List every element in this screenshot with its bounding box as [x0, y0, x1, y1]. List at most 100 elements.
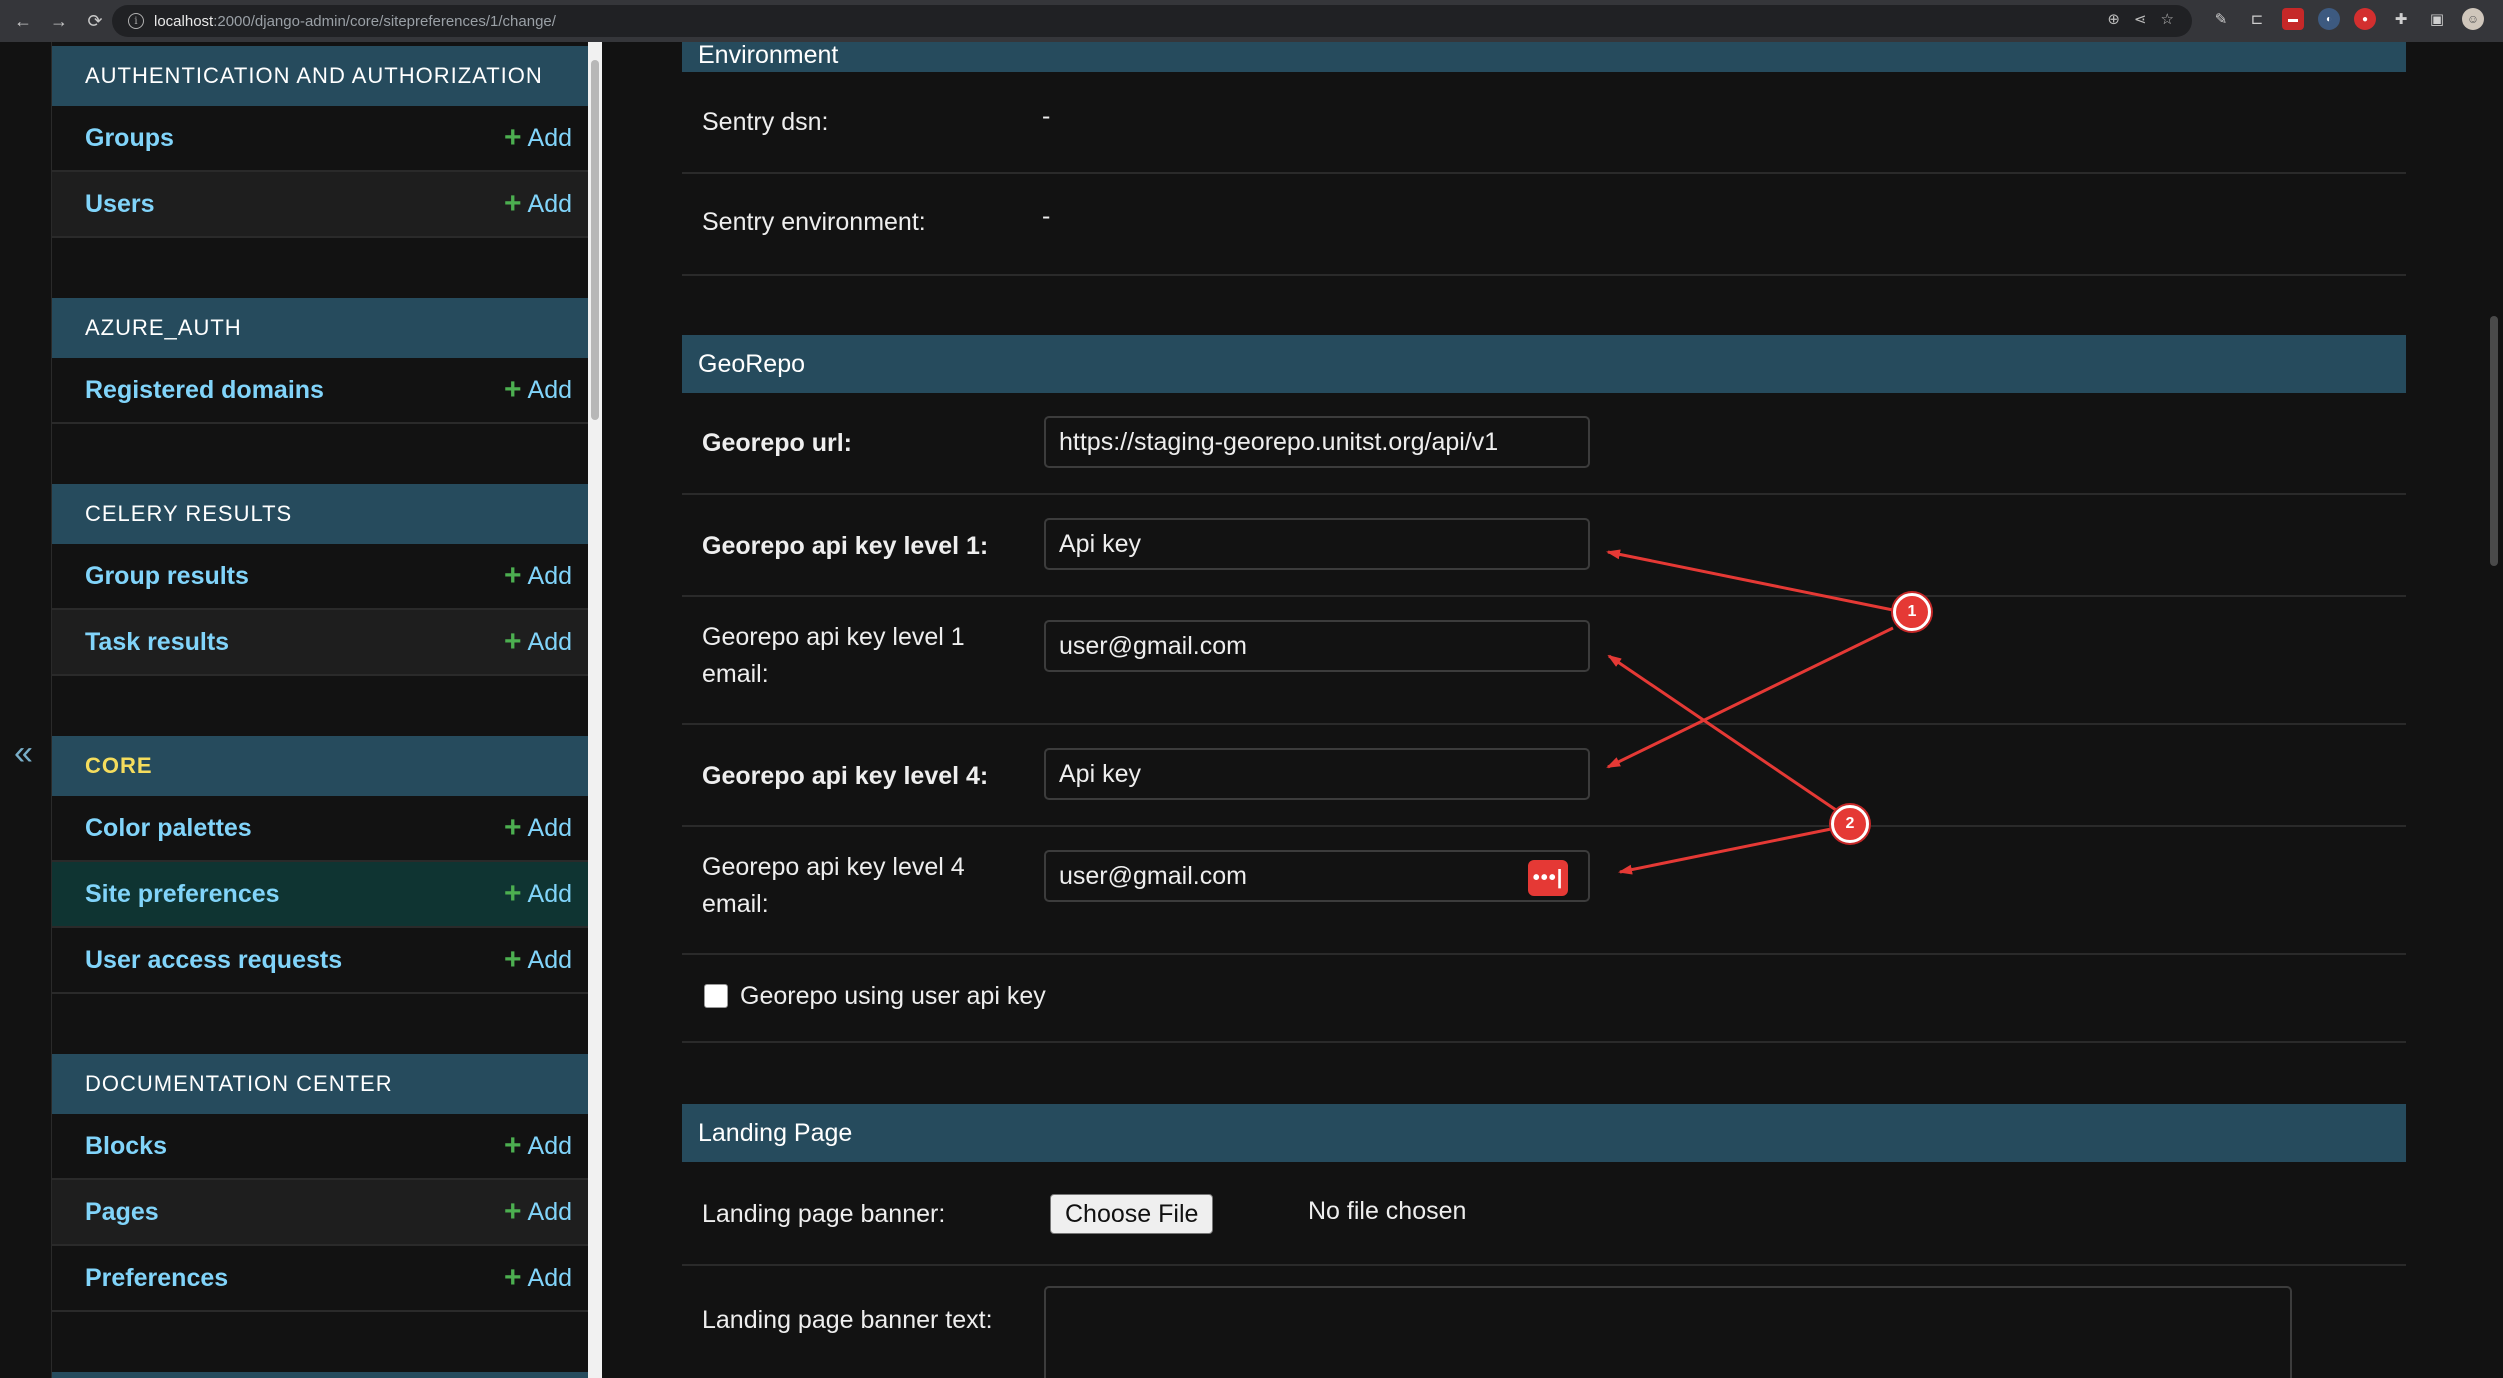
sidebar-item-task-results: Task results + Add: [52, 610, 588, 676]
row-georepo-api-key-4-email: Georepo api key level 4 email: user@gmai…: [682, 827, 2406, 955]
add-link[interactable]: + Add: [504, 561, 572, 591]
site-info-icon[interactable]: i: [128, 13, 144, 29]
sidebar-item-user-access-requests: User access requests + Add: [52, 928, 588, 994]
add-link[interactable]: + Add: [504, 945, 572, 975]
model-link[interactable]: Groups: [85, 124, 174, 153]
file-status: No file chosen: [1308, 1197, 1467, 1225]
row-georepo-api-key-1-email: Georepo api key level 1 email: user@gmai…: [682, 597, 2406, 725]
page-scrollbar-thumb[interactable]: [2490, 316, 2498, 566]
plus-icon: +: [503, 1129, 522, 1162]
plus-icon: +: [503, 1261, 522, 1294]
module-caption[interactable]: DOCUMENTATION CENTER: [52, 1054, 588, 1114]
add-link[interactable]: + Add: [504, 627, 572, 657]
annotation-badge-2: 2: [1831, 805, 1869, 843]
module-caption[interactable]: AZURE_AUTH: [52, 298, 588, 358]
model-link[interactable]: Pages: [85, 1198, 159, 1227]
field-label-line2: email:: [702, 660, 769, 688]
georepo-api-key-4-input[interactable]: Api key: [1044, 748, 1590, 800]
profile-avatar[interactable]: ☺: [2462, 8, 2484, 30]
sidebar-toggle-strip: «: [0, 42, 52, 1378]
eyedropper-extension-icon[interactable]: ✎: [2210, 8, 2232, 30]
field-label: Georepo url:: [702, 429, 853, 457]
add-link[interactable]: + Add: [504, 1263, 572, 1293]
section-header-landing-page: Landing Page: [682, 1104, 2406, 1162]
field-label-line2: email:: [702, 890, 769, 918]
choose-file-button[interactable]: Choose File: [1050, 1194, 1214, 1234]
field-label: Sentry dsn:: [702, 108, 829, 136]
puzzle-extensions-icon[interactable]: ✚: [2390, 8, 2412, 30]
model-link[interactable]: Site preferences: [85, 880, 280, 909]
add-label: Add: [527, 627, 572, 656]
row-sentry-dsn: Sentry dsn: -: [682, 72, 2406, 174]
georepo-api-key-4-email-input[interactable]: user@gmail.com •••|: [1044, 850, 1590, 902]
password-manager-icon[interactable]: •••|: [1528, 860, 1568, 896]
input-value: user@gmail.com: [1059, 861, 1247, 890]
georepo-url-input[interactable]: https://staging-georepo.unitst.org/api/v…: [1044, 416, 1590, 468]
input-value: user@gmail.com: [1059, 631, 1247, 660]
add-link[interactable]: + Add: [504, 1131, 572, 1161]
add-link[interactable]: + Add: [504, 1197, 572, 1227]
annotation-badge-1: 1: [1893, 593, 1931, 631]
georepo-api-key-1-input[interactable]: Api key: [1044, 518, 1590, 570]
page-scrollbar[interactable]: [2482, 42, 2503, 1378]
add-link[interactable]: + Add: [504, 375, 572, 405]
row-georepo-api-key-1: Georepo api key level 1: Api key: [682, 495, 2406, 597]
extension-icon[interactable]: ⊏: [2246, 8, 2268, 30]
bookmark-star-icon[interactable]: ☆: [2161, 10, 2174, 28]
module-celery-results: CELERY RESULTS Group results + Add Task r…: [52, 484, 588, 676]
forward-icon[interactable]: →: [46, 8, 72, 34]
nav-sidebar: AUTHENTICATION AND AUTHORIZATION Groups …: [52, 42, 588, 1378]
model-link[interactable]: User access requests: [85, 946, 342, 975]
model-link[interactable]: Preferences: [85, 1264, 228, 1293]
module-caption-current[interactable]: CORE: [52, 736, 588, 796]
url-path: :2000/django-admin/core/sitepreferences/…: [213, 12, 556, 30]
module-documentation-center: DOCUMENTATION CENTER Blocks + Add Pages +…: [52, 1054, 588, 1312]
section-title: Landing Page: [698, 1118, 853, 1147]
add-link[interactable]: + Add: [504, 123, 572, 153]
add-link[interactable]: + Add: [504, 813, 572, 843]
input-value: https://staging-georepo.unitst.org/api/v…: [1059, 427, 1499, 456]
plus-icon: +: [503, 187, 522, 220]
zoom-icon[interactable]: ⊕: [2107, 10, 2120, 28]
sidebar-scrollbar-thumb[interactable]: [591, 60, 599, 420]
landing-page-banner-text-textarea[interactable]: [1044, 1286, 2292, 1378]
sidebar-item-blocks: Blocks + Add: [52, 1114, 588, 1180]
model-link[interactable]: Registered domains: [85, 376, 324, 405]
sidebar-item-users: Users + Add: [52, 172, 588, 238]
module-core: CORE Color palettes + Add Site preference…: [52, 736, 588, 994]
model-link[interactable]: Users: [85, 190, 155, 219]
module-caption-next[interactable]: [52, 1372, 588, 1378]
georepo-using-user-api-key-checkbox[interactable]: [704, 984, 728, 1008]
side-panel-icon[interactable]: ▣: [2426, 8, 2448, 30]
field-label: Landing page banner text:: [702, 1306, 993, 1334]
field-label: Landing page banner:: [702, 1200, 946, 1228]
model-link[interactable]: Blocks: [85, 1132, 167, 1161]
field-label-line1: Georepo api key level 4: [702, 853, 965, 881]
add-link[interactable]: + Add: [504, 189, 572, 219]
input-value: Api key: [1059, 759, 1141, 788]
browser-toolbar: ← → ⟳ i localhost:2000/django-admin/core…: [0, 0, 2503, 42]
reload-icon[interactable]: ⟳: [82, 8, 108, 34]
back-icon[interactable]: ←: [10, 8, 36, 34]
add-label: Add: [527, 879, 572, 908]
add-link[interactable]: + Add: [504, 879, 572, 909]
address-bar[interactable]: i localhost:2000/django-admin/core/sitep…: [112, 5, 2192, 37]
add-label: Add: [527, 375, 572, 404]
sidebar-item-site-preferences: Site preferences + Add: [52, 862, 588, 928]
module-caption[interactable]: AUTHENTICATION AND AUTHORIZATION: [52, 46, 588, 106]
input-value: Api key: [1059, 529, 1141, 558]
module-caption[interactable]: CELERY RESULTS: [52, 484, 588, 544]
plus-icon: +: [503, 373, 522, 406]
collapse-sidebar-icon[interactable]: «: [14, 734, 33, 773]
share-icon[interactable]: ⋖: [2134, 10, 2147, 28]
model-link[interactable]: Group results: [85, 562, 249, 591]
blue-extension-icon[interactable]: ◐: [2318, 8, 2340, 30]
red-extension-icon[interactable]: ▬: [2282, 8, 2304, 30]
georepo-api-key-1-email-input[interactable]: user@gmail.com: [1044, 620, 1590, 672]
row-sentry-environment: Sentry environment: -: [682, 174, 2406, 276]
model-link[interactable]: Color palettes: [85, 814, 252, 843]
checkbox-label[interactable]: Georepo using user api key: [740, 982, 1046, 1011]
sidebar-item-pages: Pages + Add: [52, 1180, 588, 1246]
red-circle-extension-icon[interactable]: ●: [2354, 8, 2376, 30]
model-link[interactable]: Task results: [85, 628, 229, 657]
